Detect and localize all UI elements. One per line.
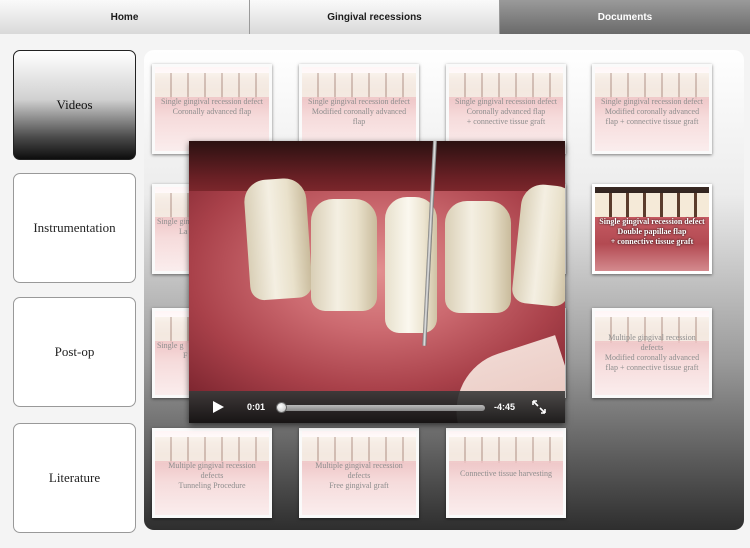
sidebar-item-label: Post-op	[54, 344, 95, 359]
video-frame	[242, 176, 314, 302]
sidebar-item-label: Videos	[56, 97, 93, 112]
sidebar-item-literature[interactable]: Literature	[13, 423, 136, 533]
scrubber-knob[interactable]	[275, 402, 287, 413]
tab-documents[interactable]: Documents	[500, 0, 750, 34]
sidebar-item-label: Literature	[48, 470, 101, 485]
thumbnail-caption: Multiple gingival recession defects Modi…	[604, 333, 700, 372]
thumbnail-caption: Connective tissue harvesting	[460, 469, 552, 478]
video-thumbnail[interactable]: Multiple gingival recession defects Modi…	[592, 308, 712, 398]
video-thumbnail[interactable]: Single gingival recession defect Modifie…	[592, 64, 712, 154]
thumbnail-caption: Single gingival recession defect Coronal…	[161, 97, 263, 116]
thumbnail-caption: Single gingival recession defect Modifie…	[601, 97, 703, 126]
tab-home[interactable]: Home	[0, 0, 250, 34]
thumbnail-caption: Multiple gingival recession defects Tunn…	[168, 461, 256, 490]
sidebar-item-post-op[interactable]: Post-op	[13, 297, 136, 407]
video-controls: 0:01 -4:45	[189, 391, 565, 423]
remaining-time: -4:45	[494, 402, 516, 412]
video-scrubber[interactable]	[277, 405, 485, 411]
thumbnail-caption: Single gingival recession defect Modifie…	[308, 97, 410, 126]
video-thumbnail[interactable]: Connective tissue harvesting	[446, 428, 566, 518]
top-tab-bar: Home Gingival recessions Documents	[0, 0, 750, 34]
play-icon[interactable]	[213, 401, 224, 413]
elapsed-time: 0:01	[247, 402, 266, 412]
fullscreen-icon[interactable]	[532, 400, 546, 414]
video-thumbnail-selected[interactable]: Single gingival recession defect Double …	[592, 184, 712, 274]
thumbnail-caption: Single gingival recession defect Double …	[599, 217, 705, 246]
sidebar-item-instrumentation[interactable]: Instrumentation	[13, 173, 136, 283]
tab-gingival-recessions[interactable]: Gingival recessions	[250, 0, 500, 34]
thumbnail-caption: Multiple gingival recession defects Free…	[315, 461, 403, 490]
thumbnail-caption: Single gingival recession defect Coronal…	[455, 97, 557, 126]
video-thumbnail[interactable]: Multiple gingival recession defects Free…	[299, 428, 419, 518]
sidebar-item-label: Instrumentation	[33, 220, 116, 235]
video-player[interactable]: 0:01 -4:45	[189, 141, 565, 423]
video-thumbnail[interactable]: Multiple gingival recession defects Tunn…	[152, 428, 272, 518]
sidebar-item-videos[interactable]: Videos	[13, 50, 136, 160]
